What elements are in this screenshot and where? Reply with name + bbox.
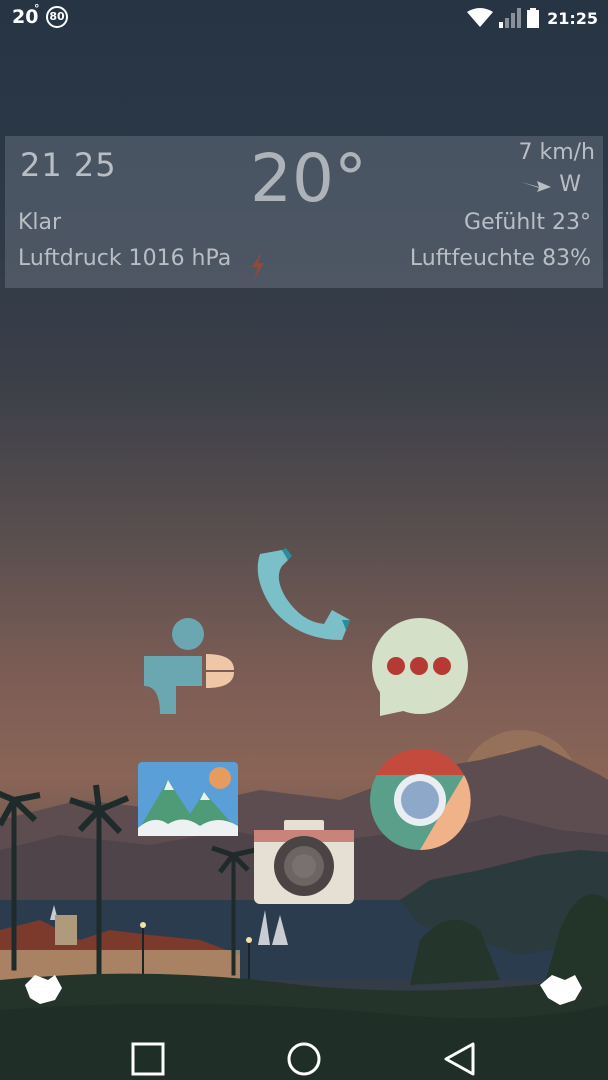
- weather-widget[interactable]: 21 25 20° 7 km/h W Klar Gefühlt 23° Luft…: [5, 136, 603, 288]
- battery-icon: [527, 8, 540, 28]
- status-bar: 20 ° 80 21:25: [0, 0, 608, 36]
- recents-button[interactable]: [130, 1041, 166, 1077]
- home-button[interactable]: [286, 1041, 322, 1077]
- wind-direction-label: W: [559, 172, 581, 197]
- widget-feels-like: Gefühlt 23°: [464, 210, 591, 235]
- back-button[interactable]: [442, 1041, 478, 1077]
- phone-icon[interactable]: [252, 548, 354, 648]
- widget-wind-direction: W: [521, 172, 581, 197]
- status-icons: 21:25: [467, 6, 598, 30]
- gallery-icon[interactable]: [138, 762, 240, 838]
- signal-icon: [499, 8, 522, 28]
- messaging-icon[interactable]: [368, 618, 472, 722]
- widget-temperature: 20°: [250, 140, 367, 217]
- lightning-icon: [252, 252, 264, 280]
- status-time: 21:25: [547, 8, 598, 28]
- tunein-icon[interactable]: [140, 614, 240, 718]
- wifi-icon: [467, 8, 494, 27]
- widget-clock: 21 25: [20, 146, 117, 184]
- widget-condition: Klar: [18, 210, 62, 235]
- status-degree: °: [34, 2, 40, 15]
- widget-wind-speed: 7 km/h: [518, 140, 595, 165]
- chrome-icon[interactable]: [368, 748, 472, 852]
- navigation-bar: [0, 1036, 608, 1080]
- camera-icon[interactable]: [252, 820, 356, 906]
- notification-badge: 80: [46, 6, 68, 28]
- wind-arrow-icon: [521, 180, 552, 192]
- widget-pressure: Luftdruck 1016 hPa: [18, 246, 232, 271]
- widget-humidity: Luftfeuchte 83%: [409, 246, 591, 271]
